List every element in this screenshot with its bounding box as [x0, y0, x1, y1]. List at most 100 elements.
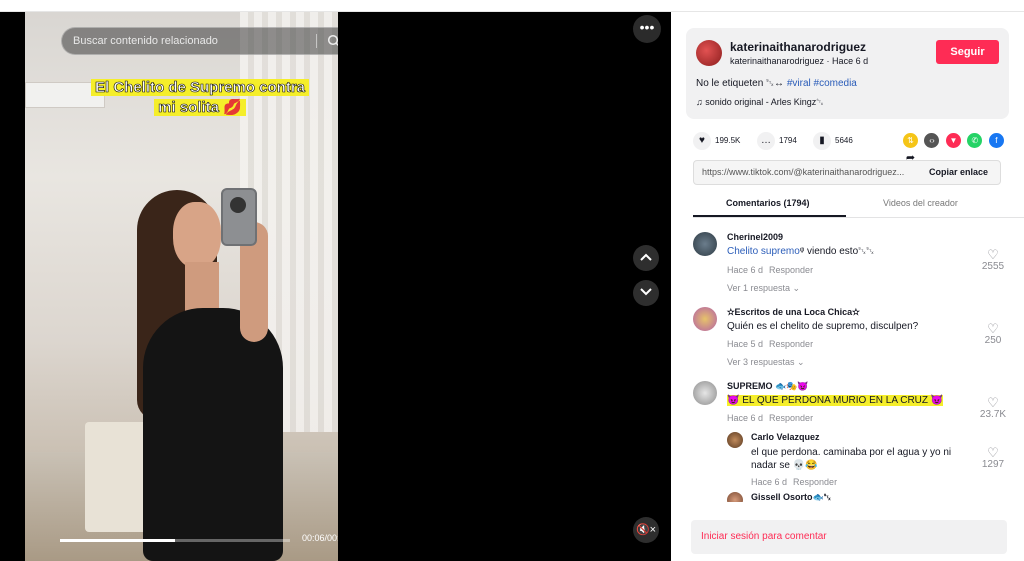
like-count: 199.5K	[715, 136, 741, 145]
action-bar: ♥ 199.5K … 1794 ▮ 5646 ⇅ ‹› ▼ ✆ f ➦	[693, 130, 1013, 167]
more-options-button[interactable]: •••	[633, 15, 661, 43]
view-replies-button[interactable]: Ver 3 respuestas ⌄	[727, 357, 805, 368]
sound-link[interactable]: ♫ sonido original - Arles Kingz␂	[696, 97, 824, 108]
search-icon[interactable]	[327, 34, 338, 48]
comment-text-rest: ᵠ viendo esto␂␂	[799, 246, 875, 257]
comment-bubble-icon: …	[757, 131, 775, 150]
share-link-box: https://www.tiktok.com/@katerinaithanaro…	[693, 160, 1001, 185]
comment-username[interactable]: ✫Escritos de una Loca Chica✫	[727, 307, 860, 318]
comment-action[interactable]: … 1794	[757, 130, 797, 152]
repost-icon[interactable]: ⇅	[903, 133, 918, 149]
comment-time: Hace 6 d	[727, 265, 764, 275]
comment-list[interactable]: Cherinel2009 Chelito supremoᵠ viendo est…	[671, 220, 1024, 502]
comment-count: 1794	[779, 136, 797, 145]
reply-meta: Hace 6 d Responder	[751, 477, 837, 487]
comment-time: Hace 6 d	[727, 413, 764, 423]
heart-outline-icon: ♡	[987, 395, 999, 410]
video-description: No le etiqueten ␂↔ #viral #comedia	[696, 78, 857, 89]
heart-outline-icon: ♡	[987, 247, 999, 262]
comment-like[interactable]: ♡ 2555	[977, 247, 1009, 272]
commenter-avatar[interactable]	[693, 232, 717, 256]
comment-like-count: 23.7K	[979, 409, 1007, 420]
comment-like-count: 2555	[981, 261, 1005, 272]
overlay-line-2: mi solita 💋	[154, 99, 246, 116]
comment-text: Chelito supremoᵠ viendo esto␂␂	[727, 246, 874, 257]
tab-comments[interactable]: Comentarios (1794)	[726, 198, 810, 208]
comment-text: 😈 EL QUE PERDONA MURIO EN LA CRUZ 😈	[727, 395, 944, 406]
reply-time: Hace 6 d	[751, 477, 788, 487]
video-progress-bar[interactable]	[60, 539, 290, 542]
search-divider	[316, 34, 317, 48]
comment-time: Hace 5 d	[727, 339, 764, 349]
comment-username[interactable]: Cherinel2009	[727, 232, 783, 242]
login-to-comment-button[interactable]: Iniciar sesión para comentar	[691, 520, 1007, 554]
reply-like-count: 1297	[981, 459, 1005, 470]
tab-creator-videos[interactable]: Videos del creador	[883, 198, 958, 208]
author-username[interactable]: katerinaithanarodriguez	[730, 40, 866, 54]
overlay-line-1: El Chelito de Supremo contra	[90, 79, 310, 96]
person-face	[173, 202, 221, 268]
video-time: 00:06/00:12	[302, 533, 338, 543]
view-replies-button[interactable]: Ver 1 respuesta ⌄	[727, 283, 800, 294]
reply-username[interactable]: Carlo Velazquez	[751, 432, 820, 442]
person-neck	[185, 262, 219, 312]
whatsapp-icon[interactable]: ✆	[967, 133, 983, 149]
description-text: No le etiqueten ␂↔	[696, 78, 787, 89]
comment-meta: Hace 5 d Responder	[727, 339, 813, 349]
details-panel: katerinaithanarodriguez katerinaithanaro…	[671, 12, 1024, 561]
comment-like[interactable]: ♡ 23.7K	[977, 395, 1009, 420]
share-link-url[interactable]: https://www.tiktok.com/@katerinaithanaro…	[702, 167, 917, 177]
save-count: 5646	[835, 136, 853, 145]
related-search-placeholder: Buscar contenido relacionado	[73, 35, 218, 47]
comment-like-count: 250	[984, 335, 1002, 346]
save-action[interactable]: ▮ 5646	[813, 130, 853, 152]
embed-icon[interactable]: ‹›	[924, 133, 940, 149]
video-player-area[interactable]: Buscar contenido relacionado El Chelito …	[0, 12, 671, 561]
previous-video-button[interactable]	[633, 245, 659, 271]
author-card: katerinaithanarodriguez katerinaithanaro…	[686, 28, 1009, 119]
facebook-icon[interactable]: f	[988, 133, 1004, 149]
video-text-overlay: El Chelito de Supremo contra mi solita 💋	[65, 78, 335, 118]
reply-button[interactable]: Responder	[769, 413, 813, 423]
related-search-input[interactable]: Buscar contenido relacionado	[61, 27, 338, 55]
comment-highlighted-text: 😈 EL QUE PERDONA MURIO EN LA CRUZ 😈	[727, 395, 944, 406]
reply-button[interactable]: Responder	[769, 265, 813, 275]
reply-button[interactable]: Responder	[769, 339, 813, 349]
reply-username[interactable]: Gissell Osorto🐟␂	[751, 492, 831, 502]
phone-in-hand	[221, 188, 257, 246]
browser-top-strip	[0, 0, 1024, 12]
reply-text: el que perdona. caminaba por el agua y y…	[751, 447, 952, 471]
replier-avatar[interactable]	[727, 432, 743, 448]
comment-text: Quién es el chelito de supremo, disculpe…	[727, 321, 919, 332]
mute-button[interactable]: 🔇×	[633, 517, 659, 543]
author-avatar[interactable]	[696, 40, 722, 66]
bookmark-icon: ▮	[813, 131, 831, 150]
heart-icon: ♥	[693, 131, 711, 150]
author-subline: katerinaithanarodriguez · Hace 6 d	[730, 56, 869, 66]
like-action[interactable]: ♥ 199.5K	[693, 130, 740, 152]
person-dress	[143, 308, 283, 561]
chevron-up-icon	[640, 253, 652, 261]
copy-link-button[interactable]: Copiar enlace	[929, 167, 988, 177]
heart-outline-icon: ♡	[987, 321, 999, 336]
comment-meta: Hace 6 d Responder	[727, 413, 813, 423]
send-icon[interactable]: ▼	[945, 133, 961, 149]
comment-username[interactable]: SUPREMO 🐟🎭😈	[727, 381, 809, 392]
chevron-down-icon	[640, 288, 652, 296]
next-video-button[interactable]	[633, 280, 659, 306]
comment-meta: Hace 6 d Responder	[727, 265, 813, 275]
video-progress-fill	[60, 539, 175, 542]
commenter-avatar[interactable]	[693, 307, 717, 331]
commenter-avatar[interactable]	[693, 381, 717, 405]
reply-button[interactable]: Responder	[793, 477, 837, 487]
comment-mention[interactable]: Chelito supremo	[727, 246, 800, 257]
video-frame[interactable]: Buscar contenido relacionado El Chelito …	[25, 12, 338, 561]
reply-like[interactable]: ♡ 1297	[977, 445, 1009, 470]
heart-outline-icon: ♡	[987, 445, 999, 460]
active-tab-underline	[693, 215, 846, 217]
replier-avatar[interactable]	[727, 492, 743, 502]
follow-button[interactable]: Seguir	[936, 40, 999, 64]
description-hashtags[interactable]: #viral #comedia	[787, 78, 857, 89]
panel-tabs: Comentarios (1794) Videos del creador	[693, 196, 1024, 218]
comment-like[interactable]: ♡ 250	[977, 321, 1009, 346]
